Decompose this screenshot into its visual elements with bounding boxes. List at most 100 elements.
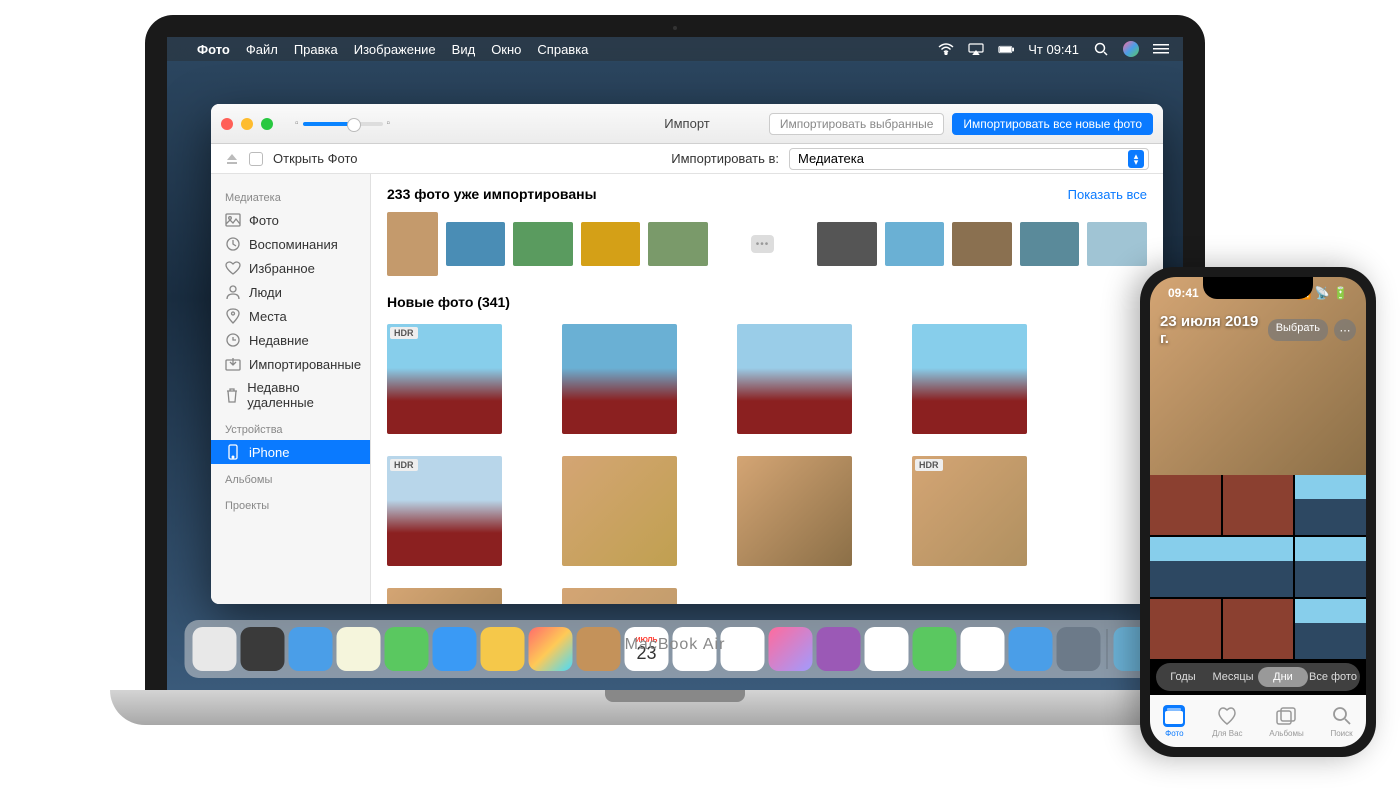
- new-photo-thumbnail[interactable]: [737, 324, 852, 434]
- sidebar-item-person[interactable]: Люди: [211, 280, 370, 304]
- iphone-tab-foryou[interactable]: Для Вас: [1212, 705, 1242, 738]
- new-photo-thumbnail[interactable]: [387, 588, 502, 604]
- spotlight-icon[interactable]: [1093, 41, 1109, 57]
- import-selected-button[interactable]: Импортировать выбранные: [769, 113, 945, 135]
- siri-icon[interactable]: [1123, 41, 1139, 57]
- segment-days[interactable]: Дни: [1258, 667, 1308, 687]
- imported-thumbnail[interactable]: [952, 222, 1012, 266]
- new-photo-thumbnail[interactable]: [562, 324, 677, 434]
- iphone-more-icon[interactable]: ⋯: [1334, 319, 1356, 341]
- imported-thumbnail[interactable]: [446, 222, 506, 266]
- sidebar-section-projects[interactable]: Проекты: [211, 496, 370, 516]
- dock-app-icon[interactable]: [385, 627, 429, 671]
- menubar-clock[interactable]: Чт 09:41: [1028, 42, 1079, 57]
- hdr-badge: HDR: [390, 327, 418, 339]
- iphone-tab-label: Альбомы: [1269, 729, 1303, 738]
- iphone-photo-thumb[interactable]: [1150, 475, 1221, 535]
- airplay-icon[interactable]: [968, 41, 984, 57]
- dock-app-icon[interactable]: [433, 627, 477, 671]
- photos-window: ▫ ▫ Импорт Импортировать выбранные Импор…: [211, 104, 1163, 604]
- dock-app-icon[interactable]: [721, 627, 765, 671]
- app-name[interactable]: Фото: [197, 42, 230, 57]
- menu-edit[interactable]: Правка: [294, 42, 338, 57]
- new-photo-thumbnail[interactable]: HDR: [387, 324, 502, 434]
- segment-years[interactable]: Годы: [1158, 667, 1208, 687]
- imported-thumbnail[interactable]: [648, 222, 708, 266]
- menu-image[interactable]: Изображение: [354, 42, 436, 57]
- eject-icon[interactable]: [225, 152, 239, 166]
- dock-app-icon[interactable]: [1009, 627, 1053, 671]
- menu-file[interactable]: Файл: [246, 42, 278, 57]
- iphone-photo-thumb[interactable]: [1295, 537, 1366, 597]
- imported-thumbnail[interactable]: [885, 222, 945, 266]
- new-photo-thumbnail[interactable]: [737, 456, 852, 566]
- imported-thumbnail[interactable]: [817, 222, 877, 266]
- dock-app-icon[interactable]: [1057, 627, 1101, 671]
- iphone-photo-thumb[interactable]: [1223, 475, 1294, 535]
- import-all-button[interactable]: Импортировать все новые фото: [952, 113, 1153, 135]
- dock-app-icon[interactable]: [193, 627, 237, 671]
- dock-app-icon[interactable]: [289, 627, 333, 671]
- open-photo-checkbox[interactable]: [249, 152, 263, 166]
- iphone-photo-thumb[interactable]: [1150, 599, 1221, 659]
- iphone-photo-thumb[interactable]: [1295, 599, 1366, 659]
- show-all-link[interactable]: Показать все: [1068, 187, 1147, 202]
- minimize-button[interactable]: [241, 118, 253, 130]
- close-button[interactable]: [221, 118, 233, 130]
- iphone-tab-albums[interactable]: Альбомы: [1269, 705, 1303, 738]
- iphone-view-segmented-control[interactable]: Годы Месяцы Дни Все фото: [1156, 663, 1360, 691]
- menu-window[interactable]: Окно: [491, 42, 521, 57]
- dock-app-icon[interactable]: [481, 627, 525, 671]
- sidebar-item-recent[interactable]: Недавние: [211, 328, 370, 352]
- sidebar-item-clock[interactable]: Воспоминания: [211, 232, 370, 256]
- sidebar-item-photos[interactable]: Фото: [211, 208, 370, 232]
- iphone-tab-bar: Фото Для Вас Альбомы Поиск: [1150, 695, 1366, 747]
- segment-months[interactable]: Месяцы: [1208, 667, 1258, 687]
- dock-app-icon[interactable]: [577, 627, 621, 671]
- camera-dot: [673, 26, 677, 30]
- pin-icon: [225, 308, 241, 324]
- sidebar-section-albums[interactable]: Альбомы: [211, 470, 370, 490]
- new-photo-thumbnail[interactable]: [562, 588, 677, 604]
- imported-thumbnail[interactable]: [513, 222, 573, 266]
- battery-icon[interactable]: [998, 41, 1014, 57]
- albums-icon: [1275, 705, 1297, 727]
- segment-all[interactable]: Все фото: [1308, 667, 1358, 687]
- dock-app-icon[interactable]: [913, 627, 957, 671]
- imported-thumbnail[interactable]: [1020, 222, 1080, 266]
- imported-thumbnail[interactable]: [1087, 222, 1147, 266]
- sidebar-section-devices: Устройства: [211, 420, 370, 440]
- sidebar-item-iphone[interactable]: iPhone: [211, 440, 370, 464]
- sidebar-item-trash[interactable]: Недавно удаленные: [211, 376, 370, 414]
- new-photo-thumbnail[interactable]: [912, 324, 1027, 434]
- dock-app-icon[interactable]: [961, 627, 1005, 671]
- iphone-photo-thumb[interactable]: [1150, 537, 1293, 597]
- fullscreen-button[interactable]: [261, 118, 273, 130]
- sidebar-item-heart[interactable]: Избранное: [211, 256, 370, 280]
- new-photo-thumbnail[interactable]: HDR: [912, 456, 1027, 566]
- dock-app-icon[interactable]: [529, 627, 573, 671]
- thumbnail-size-slider[interactable]: ▫ ▫: [295, 118, 390, 129]
- iphone-tab-search[interactable]: Поиск: [1330, 705, 1352, 738]
- menu-help[interactable]: Справка: [537, 42, 588, 57]
- iphone-photo-thumb[interactable]: [1223, 599, 1294, 659]
- dock-app-icon[interactable]: [865, 627, 909, 671]
- iphone-tab-label: Поиск: [1330, 729, 1352, 738]
- menu-view[interactable]: Вид: [452, 42, 476, 57]
- dock-app-icon[interactable]: [337, 627, 381, 671]
- notification-center-icon[interactable]: [1153, 41, 1169, 57]
- new-photo-thumbnail[interactable]: [562, 456, 677, 566]
- iphone-photo-thumb[interactable]: [1295, 475, 1366, 535]
- iphone-select-button[interactable]: Выбрать: [1268, 319, 1328, 341]
- imported-thumbnail[interactable]: [581, 222, 641, 266]
- imported-thumbnail[interactable]: [387, 212, 438, 276]
- import-destination-select[interactable]: Медиатека ▴▾: [789, 148, 1149, 170]
- dock-app-icon[interactable]: [769, 627, 813, 671]
- new-photo-thumbnail[interactable]: HDR: [387, 456, 502, 566]
- iphone-tab-photos[interactable]: Фото: [1163, 705, 1185, 738]
- sidebar-item-pin[interactable]: Места: [211, 304, 370, 328]
- sidebar-item-import[interactable]: Импортированные: [211, 352, 370, 376]
- dock-app-icon[interactable]: [241, 627, 285, 671]
- wifi-icon[interactable]: [938, 41, 954, 57]
- dock-app-icon[interactable]: [817, 627, 861, 671]
